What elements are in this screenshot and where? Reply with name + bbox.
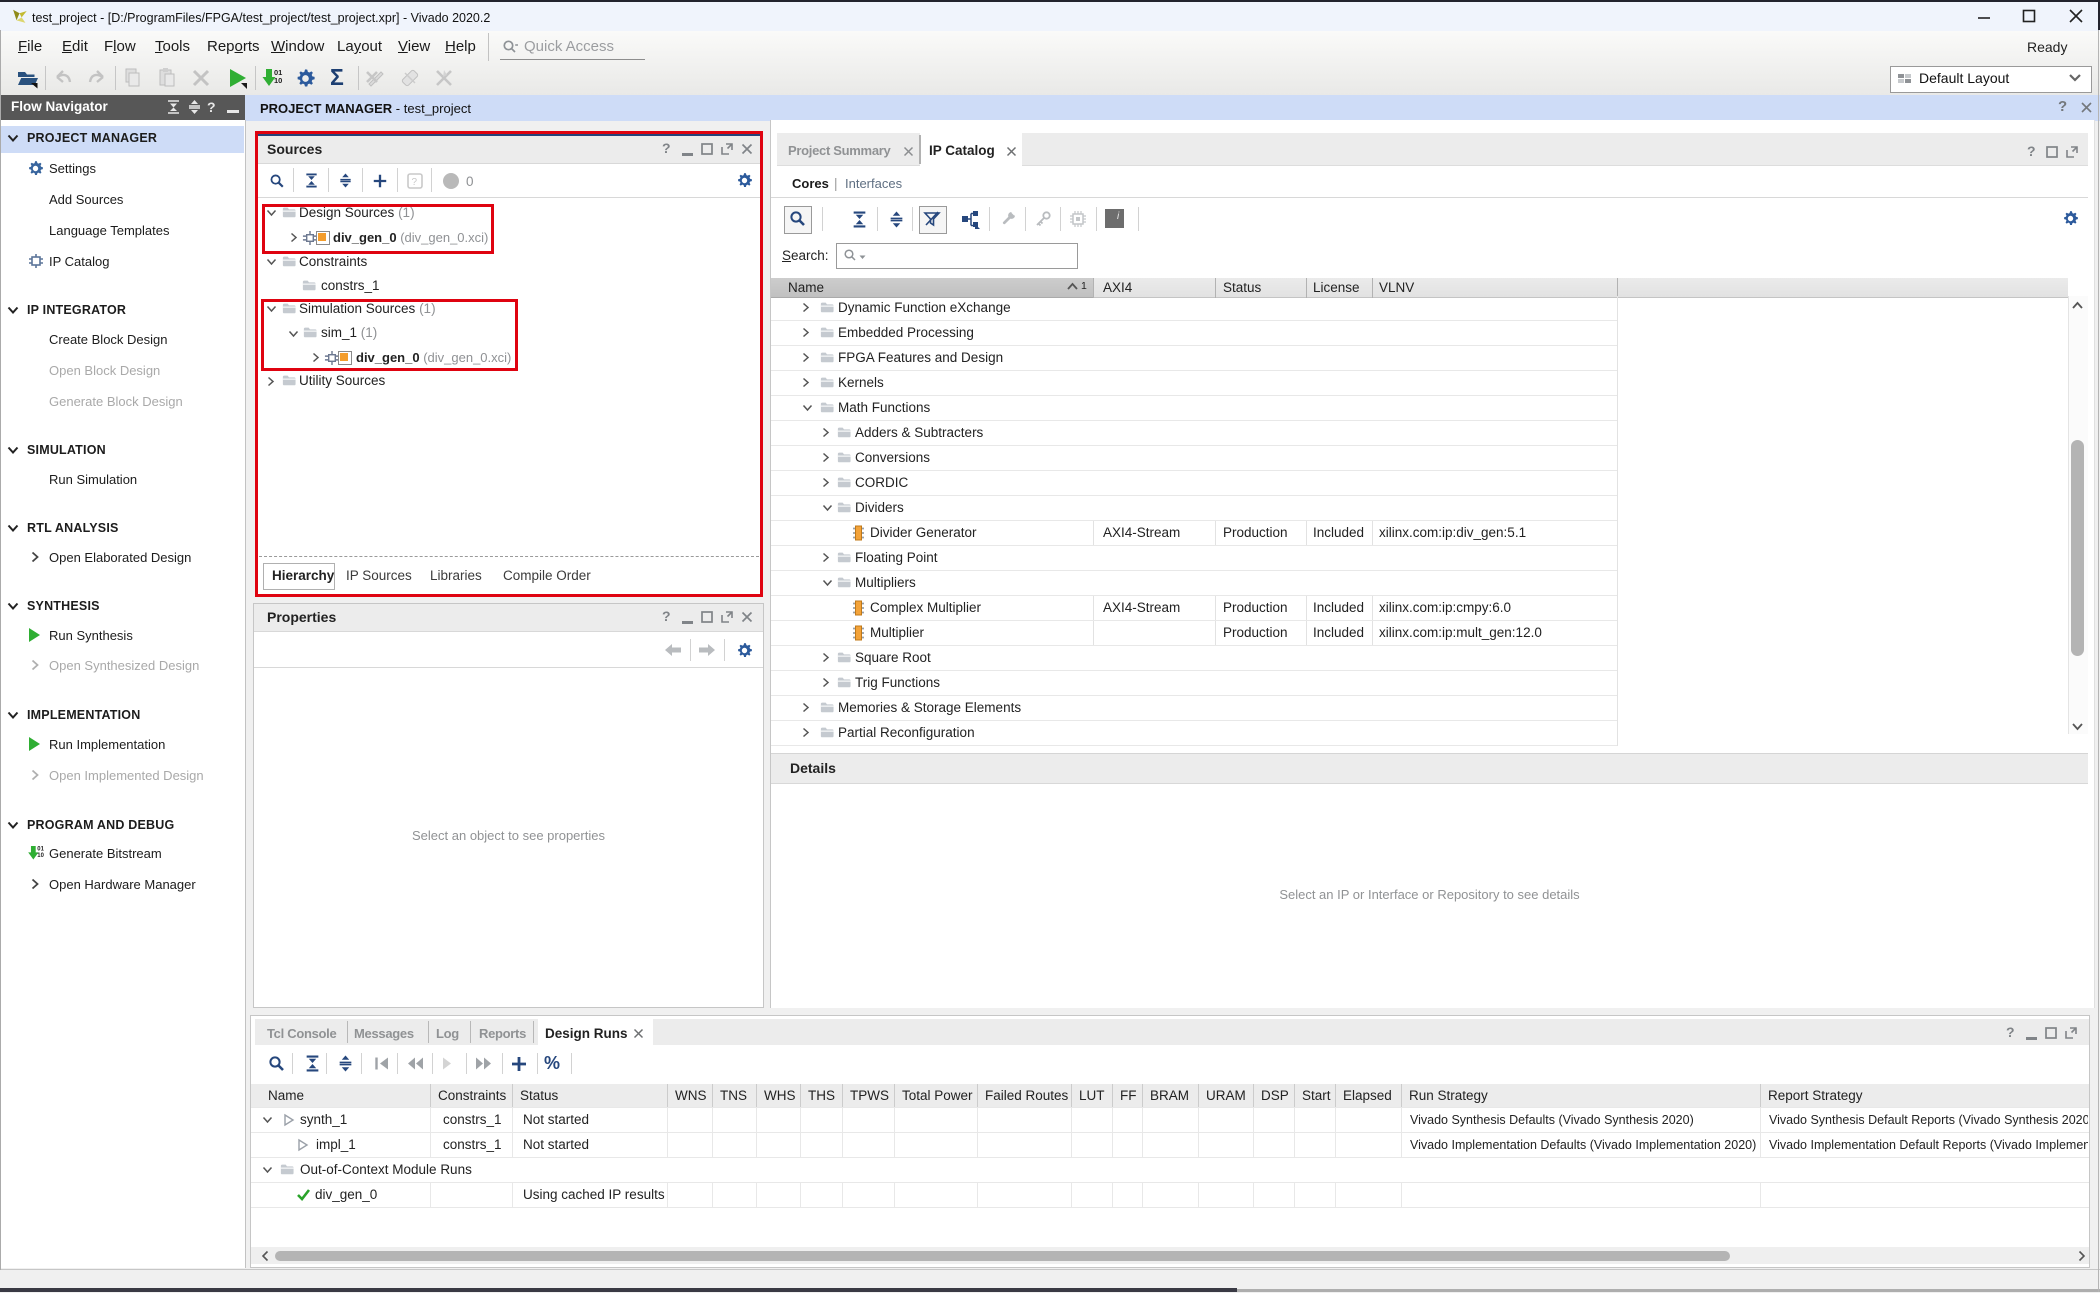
svg-text:10: 10 — [37, 853, 44, 859]
svg-text:01: 01 — [37, 847, 44, 853]
svg-text:10: 10 — [274, 76, 282, 85]
